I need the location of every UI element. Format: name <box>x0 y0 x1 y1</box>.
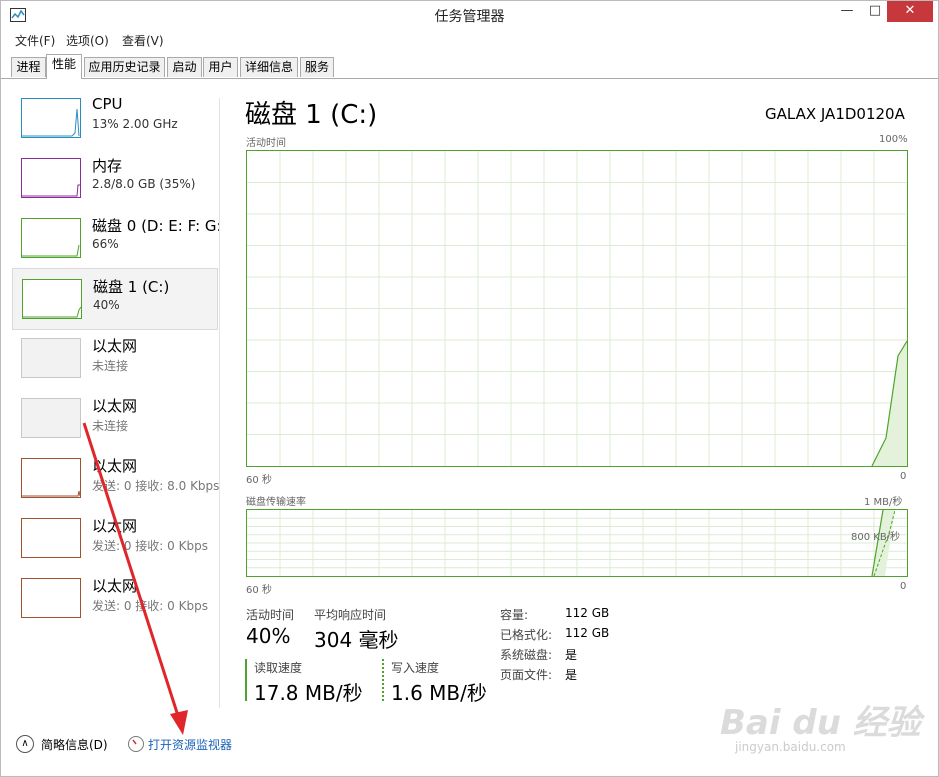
resource-item-ethernet-3[interactable]: 以太网 发送: 0 接收: 8.0 Kbps <box>12 448 220 508</box>
ethernet-sparkline <box>21 338 81 378</box>
tab-services[interactable]: 服务 <box>300 57 334 77</box>
minimize-button[interactable]: — <box>832 0 862 22</box>
menu-view[interactable]: 查看(V) <box>122 32 164 49</box>
tab-users[interactable]: 用户 <box>203 57 238 77</box>
ethernet-sparkline <box>21 458 81 498</box>
resource-name: 以太网 <box>92 577 138 595</box>
active-time-label: 活动时间 <box>246 608 295 622</box>
info-value-formatted: 112 GB <box>565 626 610 640</box>
resource-name: 以太网 <box>92 337 138 355</box>
resource-item-ethernet-1[interactable]: 以太网 未连接 <box>12 328 216 388</box>
resource-item-ethernet-2[interactable]: 以太网 未连接 <box>12 388 216 448</box>
cpu-sparkline <box>21 98 81 138</box>
resource-item-disk-1[interactable]: 磁盘 1 (C:) 40% <box>12 268 218 330</box>
menu-file[interactable]: 文件(F) <box>15 32 55 49</box>
read-speed-label: 读取速度 <box>254 661 303 675</box>
ethernet-sparkline <box>21 518 81 558</box>
resource-name: 内存 <box>92 157 123 175</box>
resource-name: 磁盘 1 (C:) <box>93 278 170 296</box>
active-time-graph-right: 0 <box>900 471 907 482</box>
transfer-graph-right: 0 <box>900 581 907 592</box>
resource-item-disk-0[interactable]: 磁盘 0 (D: E: F: G: 66% <box>12 208 222 268</box>
response-time-value: 304 毫秒 <box>314 628 399 652</box>
maximize-button[interactable]: □ <box>860 0 890 22</box>
resource-item-memory[interactable]: 内存 2.8/8.0 GB (35%) <box>12 148 216 208</box>
disk0-sparkline <box>21 218 81 258</box>
tab-performance[interactable]: 性能 <box>46 54 82 79</box>
resource-sub: 未连接 <box>92 419 129 433</box>
tab-details[interactable]: 详细信息 <box>240 57 298 77</box>
transfer-graph-label: 磁盘传输速率 <box>246 497 306 508</box>
resource-name: 磁盘 0 (D: E: F: G: <box>92 217 222 235</box>
window-title: 任务管理器 <box>434 9 505 25</box>
resource-monitor-icon[interactable] <box>128 736 144 752</box>
resource-name: CPU <box>92 95 123 113</box>
resource-sub: 13% 2.00 GHz <box>92 117 178 131</box>
tab-app-history[interactable]: 应用历史记录 <box>84 57 165 77</box>
transfer-graph-left: 60 秒 <box>246 585 272 596</box>
disk-model: GALAX JA1D0120A <box>765 105 905 123</box>
active-time-graph-label: 活动时间 <box>246 138 286 149</box>
resource-sub: 发送: 0 接收: 0 Kbps <box>92 539 208 553</box>
active-time-graph-max: 100% <box>879 134 908 145</box>
resource-item-ethernet-4[interactable]: 以太网 发送: 0 接收: 0 Kbps <box>12 508 216 568</box>
transfer-rate-graph <box>246 509 908 577</box>
transfer-graph-max: 1 MB/秒 <box>864 497 903 508</box>
close-button[interactable]: ✕ <box>887 0 933 22</box>
panel-divider <box>219 98 220 708</box>
resource-sub: 2.8/8.0 GB (35%) <box>92 177 196 191</box>
active-time-graph <box>246 150 908 467</box>
resource-sub: 40% <box>93 298 120 312</box>
write-speed-label: 写入速度 <box>391 661 440 675</box>
resource-sub: 发送: 0 接收: 0 Kbps <box>92 599 208 613</box>
disk1-sparkline <box>22 279 82 319</box>
resource-sub: 发送: 0 接收: 8.0 Kbps <box>92 479 220 493</box>
resource-item-ethernet-5[interactable]: 以太网 发送: 0 接收: 0 Kbps <box>12 568 216 628</box>
menu-options[interactable]: 选项(O) <box>66 32 109 49</box>
read-speed-value: 17.8 MB/秒 <box>254 681 363 705</box>
menu-bar: 文件(F) 选项(O) 查看(V) <box>0 31 939 49</box>
read-speed-indicator <box>245 659 247 701</box>
info-value-capacity: 112 GB <box>565 606 610 620</box>
info-value-system-disk: 是 <box>565 648 578 662</box>
write-speed-indicator <box>382 659 384 701</box>
active-time-value: 40% <box>246 624 291 648</box>
ethernet-sparkline <box>21 578 81 618</box>
chevron-up-icon[interactable]: ∧ <box>16 735 34 753</box>
tab-processes[interactable]: 进程 <box>11 57 46 77</box>
info-label-page-file: 页面文件: <box>500 668 553 682</box>
info-label-capacity: 容量: <box>500 608 529 622</box>
resource-name: 以太网 <box>92 457 138 475</box>
response-time-label: 平均响应时间 <box>314 608 387 622</box>
resource-name: 以太网 <box>92 517 138 535</box>
tab-bar: 进程 性能 应用历史记录 启动 用户 详细信息 服务 <box>0 54 939 79</box>
info-label-formatted: 已格式化: <box>500 628 553 642</box>
detail-title: 磁盘 1 (C:) <box>245 100 378 130</box>
resource-sub: 66% <box>92 237 119 251</box>
ethernet-sparkline <box>21 398 81 438</box>
info-label-system-disk: 系统磁盘: <box>500 648 553 662</box>
write-speed-value: 1.6 MB/秒 <box>391 681 487 705</box>
memory-sparkline <box>21 158 81 198</box>
fewer-details-button[interactable]: 简略信息(D) <box>41 736 108 753</box>
info-value-page-file: 是 <box>565 668 578 682</box>
tab-startup[interactable]: 启动 <box>167 57 202 77</box>
open-resource-monitor-link[interactable]: 打开资源监视器 <box>148 736 232 753</box>
watermark-url: jingyan.baidu.com <box>735 740 846 754</box>
resource-name: 以太网 <box>92 397 138 415</box>
resource-item-cpu[interactable]: CPU 13% 2.00 GHz <box>12 88 216 148</box>
watermark-brand: Bai du 经验 <box>720 703 921 743</box>
active-time-graph-left: 60 秒 <box>246 475 272 486</box>
resource-sub: 未连接 <box>92 359 129 373</box>
transfer-graph-mid: 800 KB/秒 <box>851 532 901 543</box>
